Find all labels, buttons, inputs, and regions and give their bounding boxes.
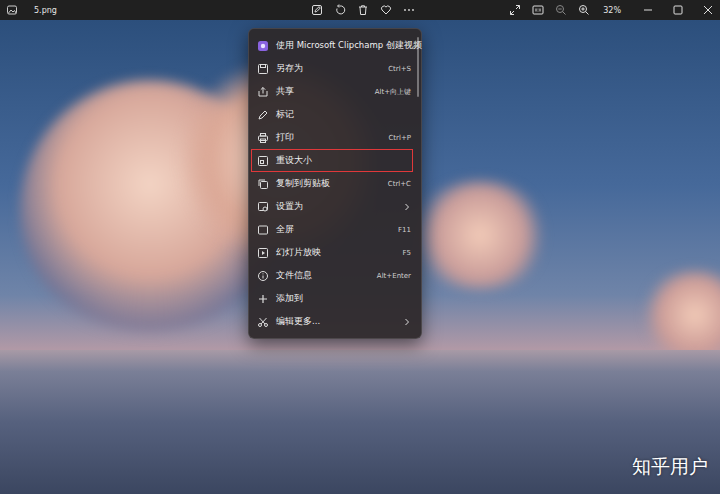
fullscreen-icon <box>257 224 269 236</box>
delete-icon[interactable] <box>357 4 369 16</box>
markup-icon <box>257 109 269 121</box>
menu-item-label: 添加到 <box>276 293 411 305</box>
zoom-in-icon[interactable] <box>578 4 590 16</box>
print-icon <box>257 132 269 144</box>
copy-icon <box>257 178 269 190</box>
menu-item-label: 幻灯片放映 <box>276 247 396 259</box>
favorite-heart-icon[interactable] <box>380 4 392 16</box>
rotate-icon[interactable] <box>334 4 346 16</box>
info-icon <box>257 270 269 282</box>
menu-item[interactable]: 标记 <box>249 103 421 126</box>
menu-item-label: 使用 Microsoft Clipchamp 创建视频 <box>276 40 411 52</box>
menu-item[interactable]: 文件信息 Alt+Enter <box>249 264 421 287</box>
menu-item[interactable]: 添加到 <box>249 287 421 310</box>
menu-item-shortcut: Ctrl+C <box>388 180 411 188</box>
actual-size-icon[interactable] <box>532 4 544 16</box>
menu-item-shortcut: F11 <box>398 226 411 234</box>
title-bar: 5.png 32% <box>0 0 720 20</box>
maximize-icon[interactable] <box>672 4 684 16</box>
menu-item[interactable]: 共享 Alt+向上键 <box>249 80 421 103</box>
menu-item[interactable]: 编辑更多... <box>249 310 421 333</box>
menu-item-label: 标记 <box>276 109 411 121</box>
menu-item-label: 打印 <box>276 132 381 144</box>
menu-item-shortcut: Alt+Enter <box>377 272 411 280</box>
minimize-icon[interactable] <box>642 4 654 16</box>
menu-item-label: 重设大小 <box>276 155 411 167</box>
window-controls <box>642 4 720 16</box>
edit-icon <box>257 316 269 328</box>
menu-scrollbar[interactable] <box>417 37 419 97</box>
menu-item[interactable]: 全屏 F11 <box>249 218 421 241</box>
chevron-right-icon <box>403 203 411 211</box>
slideshow-icon <box>257 247 269 259</box>
menu-item[interactable]: 打印 Ctrl+P <box>249 126 421 149</box>
menu-item[interactable]: 幻灯片放映 F5 <box>249 241 421 264</box>
set-as-icon <box>257 201 269 213</box>
menu-item-label: 文件信息 <box>276 270 370 282</box>
zoom-level[interactable]: 32% <box>603 6 621 15</box>
menu-item-label: 全屏 <box>276 224 391 236</box>
expand-icon[interactable] <box>509 4 521 16</box>
menu-item-shortcut: Ctrl+P <box>388 134 411 142</box>
menu-item[interactable]: 设置为 <box>249 195 421 218</box>
menu-item[interactable]: 另存为 Ctrl+S <box>249 57 421 80</box>
menu-item-label: 复制到剪贴板 <box>276 178 381 190</box>
clipchamp-icon <box>257 40 269 52</box>
menu-item-label: 设置为 <box>276 201 396 213</box>
save-icon <box>257 63 269 75</box>
chevron-right-icon <box>403 318 411 326</box>
menu-item-shortcut: Alt+向上键 <box>375 87 411 97</box>
window-title: 5.png <box>34 6 57 15</box>
menu-item[interactable]: 重设大小 <box>251 149 413 172</box>
watermark: 知乎用户 <box>632 454 708 480</box>
menu-item[interactable]: 复制到剪贴板 Ctrl+C <box>249 172 421 195</box>
menu-item-shortcut: Ctrl+S <box>388 65 411 73</box>
photos-window: 5.png32%知乎用户使用 Microsoft Clipchamp 创建视频另… <box>0 0 720 494</box>
close-icon[interactable] <box>702 4 714 16</box>
more-options-icon[interactable] <box>403 4 415 16</box>
context-menu: 使用 Microsoft Clipchamp 创建视频另存为 Ctrl+S 共享 Al… <box>248 28 422 339</box>
menu-item-label: 共享 <box>276 86 368 98</box>
view-controls: 32% <box>415 4 720 16</box>
menu-item-label: 另存为 <box>276 63 381 75</box>
resize-icon <box>257 155 269 167</box>
photos-app-icon <box>6 4 18 16</box>
menu-item-shortcut: F5 <box>403 249 411 257</box>
add-icon <box>257 293 269 305</box>
zoom-out-icon[interactable] <box>555 4 567 16</box>
share-icon <box>257 86 269 98</box>
menu-item[interactable]: 使用 Microsoft Clipchamp 创建视频 <box>249 34 421 57</box>
image-toolbar <box>311 4 415 16</box>
title-area: 5.png <box>6 4 311 16</box>
edit-image-icon[interactable] <box>311 4 323 16</box>
image-viewer: 知乎用户 使用 Microsoft Clipchamp 创建视频另存为 Ctrl+S… <box>0 20 720 494</box>
menu-item-label: 编辑更多... <box>276 316 396 328</box>
